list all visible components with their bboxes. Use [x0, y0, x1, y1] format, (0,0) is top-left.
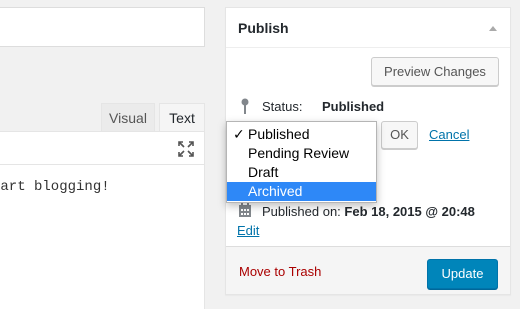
post-title-input[interactable] — [0, 7, 205, 47]
status-cancel-link[interactable]: Cancel — [429, 127, 469, 142]
checkmark-icon: ✓ — [233, 126, 245, 142]
status-value: Published — [322, 99, 385, 114]
status-option-published[interactable]: ✓ Published — [227, 125, 376, 144]
status-option-label: Pending Review — [248, 145, 350, 161]
editor-textarea[interactable]: tart blogging! — [0, 165, 205, 309]
collapse-toggle-icon[interactable] — [488, 24, 498, 32]
status-option-pending-review[interactable]: Pending Review — [227, 144, 376, 163]
status-option-label: Draft — [248, 164, 279, 180]
update-button[interactable]: Update — [427, 259, 498, 289]
editor-tabs: Visual Text — [0, 103, 205, 131]
publish-box-header: Publish — [226, 8, 510, 48]
publish-box-footer: Move to Trash Update — [226, 246, 510, 294]
calendar-icon — [239, 203, 251, 217]
tab-text[interactable]: Text — [159, 103, 205, 131]
tab-visual[interactable]: Visual — [101, 103, 155, 131]
editor-toolbar — [0, 131, 205, 165]
post-status-dropdown[interactable]: ✓ Published Pending Review Draft Archive… — [226, 121, 377, 203]
status-label: Status: — [262, 99, 303, 114]
status-option-label: Archived — [248, 183, 303, 199]
publish-box-title: Publish — [238, 20, 289, 36]
published-on-label: Published on: — [262, 204, 341, 219]
published-on-value: Feb 18, 2015 @ 20:48 — [344, 204, 475, 219]
pin-icon — [241, 98, 249, 114]
preview-changes-button[interactable]: Preview Changes — [371, 57, 499, 86]
edit-publish-date-link[interactable]: Edit — [237, 223, 259, 238]
status-option-draft[interactable]: Draft — [227, 163, 376, 182]
status-ok-button[interactable]: OK — [381, 121, 418, 149]
editor-content-text: tart blogging! — [0, 179, 110, 195]
status-option-archived[interactable]: Archived — [227, 182, 376, 201]
status-option-label: Published — [248, 126, 310, 142]
move-to-trash-link[interactable]: Move to Trash — [239, 264, 321, 279]
fullscreen-expand-icon[interactable] — [178, 141, 194, 157]
